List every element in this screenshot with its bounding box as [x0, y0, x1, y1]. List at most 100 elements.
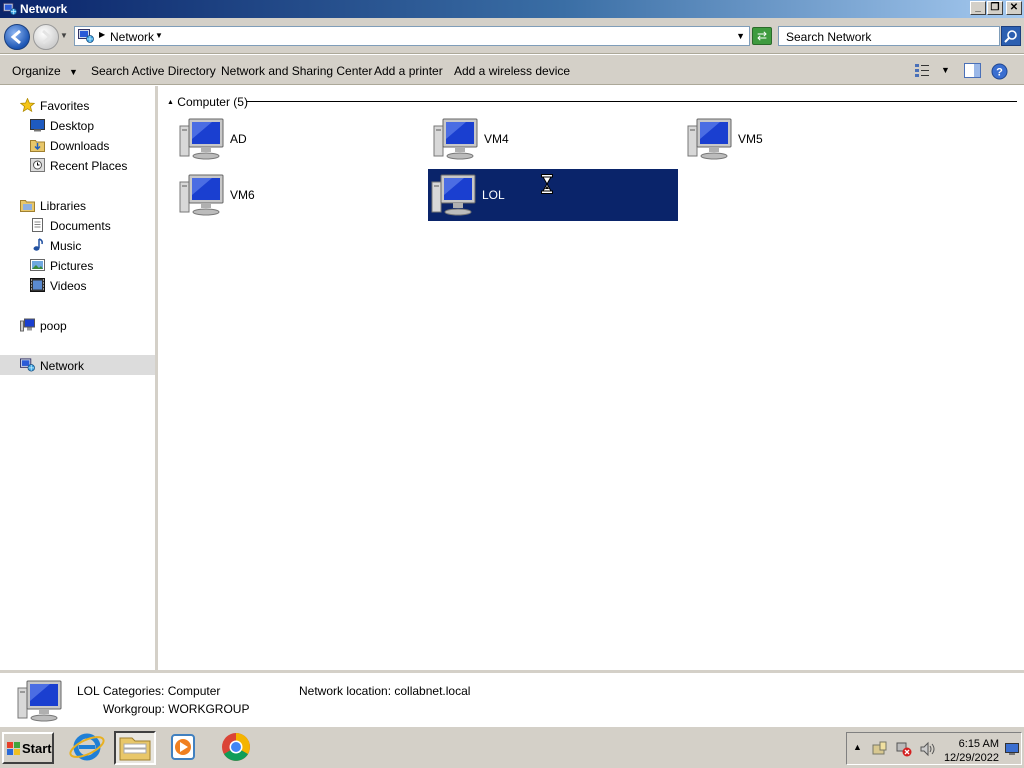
preview-pane-icon[interactable] — [964, 63, 981, 78]
close-button[interactable]: ✕ — [1006, 1, 1022, 15]
desktop-icon — [30, 119, 45, 132]
star-icon — [20, 98, 35, 112]
breadcrumb-separator-icon[interactable]: ▶ — [99, 30, 105, 39]
computer-icon — [687, 117, 733, 161]
sidebar-item-computer[interactable]: poop — [0, 315, 155, 335]
hourglass-cursor-icon — [541, 174, 553, 194]
sidebar-item-pictures[interactable]: Pictures — [0, 255, 155, 275]
arrow-left-icon — [10, 29, 21, 45]
chevron-down-icon: ▼ — [69, 67, 78, 77]
computer-label: VM4 — [484, 132, 509, 146]
computer-tile-vm5[interactable]: VM5 — [684, 113, 934, 165]
taskbar-internet-explorer[interactable] — [67, 731, 109, 765]
action-center-icon[interactable] — [872, 741, 888, 757]
show-desktop-icon[interactable] — [1005, 743, 1019, 755]
computer-tile-ad[interactable]: AD — [176, 113, 426, 165]
minimize-button[interactable]: _ — [970, 1, 986, 15]
sidebar-item-network[interactable]: Network — [0, 355, 155, 375]
clock-time[interactable]: 6:15 AM — [959, 738, 999, 750]
computer-icon — [433, 117, 479, 161]
collapse-icon: ▲ — [167, 99, 174, 106]
details-categories: Categories: Computer — [103, 684, 221, 698]
network-icon — [78, 29, 94, 43]
view-options-dropdown-icon[interactable]: ▼ — [941, 65, 950, 75]
computer-icon — [179, 173, 225, 217]
help-icon[interactable]: ? — [991, 63, 1008, 80]
details-name: LOL — [77, 684, 100, 698]
computer-icon — [179, 117, 225, 161]
network-icon — [3, 2, 17, 16]
taskbar-media-player[interactable] — [163, 731, 205, 765]
show-hidden-icons-icon[interactable]: ▲ — [853, 742, 862, 752]
internet-explorer-icon — [69, 733, 105, 761]
add-printer-button[interactable]: Add a printer — [374, 64, 443, 78]
computer-label: VM5 — [738, 132, 763, 146]
group-header[interactable]: ▲ Computer (5) — [167, 95, 248, 109]
network-sharing-center-button[interactable]: Network and Sharing Center — [221, 64, 372, 78]
sidebar-label-libraries: Libraries — [40, 199, 87, 213]
refresh-button[interactable]: ⇄ — [752, 27, 772, 45]
downloads-folder-icon — [30, 140, 45, 152]
group-header-label: Computer (5) — [177, 95, 248, 109]
chrome-icon — [222, 733, 250, 761]
documents-icon — [32, 218, 43, 232]
sidebar-item-videos[interactable]: Videos — [0, 275, 155, 295]
search-icon — [1004, 30, 1017, 43]
navigation-pane: Favorites Desktop Downloads Recent Place… — [0, 86, 158, 670]
computer-label: VM6 — [230, 188, 255, 202]
restore-button[interactable]: ❐ — [987, 1, 1003, 15]
organize-menu[interactable]: Organize ▼ — [12, 64, 78, 78]
sidebar-label-desktop: Desktop — [50, 119, 95, 133]
computer-label: AD — [230, 132, 247, 146]
libraries-icon — [20, 200, 35, 212]
computer-label: LOL — [482, 188, 505, 202]
sidebar-item-favorites[interactable]: Favorites — [0, 95, 155, 115]
breadcrumb-network[interactable]: Network — [110, 30, 154, 44]
sidebar-item-libraries[interactable]: Libraries — [0, 195, 155, 215]
organize-label: Organize — [12, 64, 61, 78]
address-history-dropdown-icon[interactable]: ▼ — [736, 31, 745, 41]
svg-text:?: ? — [996, 67, 1003, 79]
network-error-icon[interactable] — [896, 741, 912, 757]
details-network-location: Network location: collabnet.local — [299, 684, 471, 698]
change-view-icon[interactable] — [914, 63, 930, 77]
details-workgroup: Workgroup: WORKGROUP — [103, 702, 250, 716]
taskbar-chrome[interactable] — [216, 731, 258, 765]
taskbar: Start ▲ 6:15 AM 12/29/2022 — [0, 726, 1024, 768]
sidebar-item-music[interactable]: Music — [0, 235, 155, 255]
sidebar-label-network: Network — [40, 359, 85, 373]
command-bar: Organize ▼ Search Active Directory Netwo… — [0, 55, 1024, 85]
start-label: Start — [22, 741, 52, 756]
search-active-directory-button[interactable]: Search Active Directory — [91, 64, 216, 78]
start-button[interactable]: Start — [2, 732, 54, 764]
add-wireless-device-button[interactable]: Add a wireless device — [454, 64, 570, 78]
computer-tile-lol[interactable]: LOL — [428, 169, 678, 221]
sidebar-label-music: Music — [50, 239, 82, 253]
sidebar-item-downloads[interactable]: Downloads — [0, 135, 155, 155]
windows-logo-icon — [7, 742, 20, 755]
search-input[interactable]: Search Network — [778, 26, 1000, 46]
back-button[interactable] — [4, 24, 30, 50]
computer-tile-vm6[interactable]: VM6 — [176, 169, 426, 221]
sidebar-item-documents[interactable]: Documents — [0, 215, 155, 235]
breadcrumb-dropdown-icon[interactable]: ▼ — [155, 31, 163, 40]
computer-icon — [16, 679, 64, 723]
computer-icon — [431, 173, 477, 217]
volume-icon[interactable] — [920, 741, 936, 757]
sidebar-item-desktop[interactable]: Desktop — [0, 115, 155, 135]
forward-button[interactable] — [33, 24, 59, 50]
refresh-icon: ⇄ — [756, 29, 768, 43]
sidebar-label-downloads: Downloads — [50, 139, 110, 153]
search-button[interactable] — [1001, 26, 1021, 46]
sidebar-item-recent-places[interactable]: Recent Places — [0, 155, 155, 175]
content-area: ▲ Computer (5) AD VM4 VM5 VM6 LOL — [161, 86, 1024, 670]
recent-pages-dropdown-icon[interactable]: ▼ — [60, 31, 68, 40]
recent-places-icon — [30, 158, 45, 172]
videos-icon — [30, 278, 45, 292]
clock-date[interactable]: 12/29/2022 — [944, 752, 999, 764]
taskbar-explorer[interactable] — [114, 731, 156, 765]
computer-tile-vm4[interactable]: VM4 — [430, 113, 680, 165]
pictures-icon — [30, 259, 45, 271]
details-pane: LOL Categories: Computer Network locatio… — [0, 670, 1024, 726]
address-bar[interactable]: ▶ Network ▼ ▼ — [74, 26, 750, 46]
